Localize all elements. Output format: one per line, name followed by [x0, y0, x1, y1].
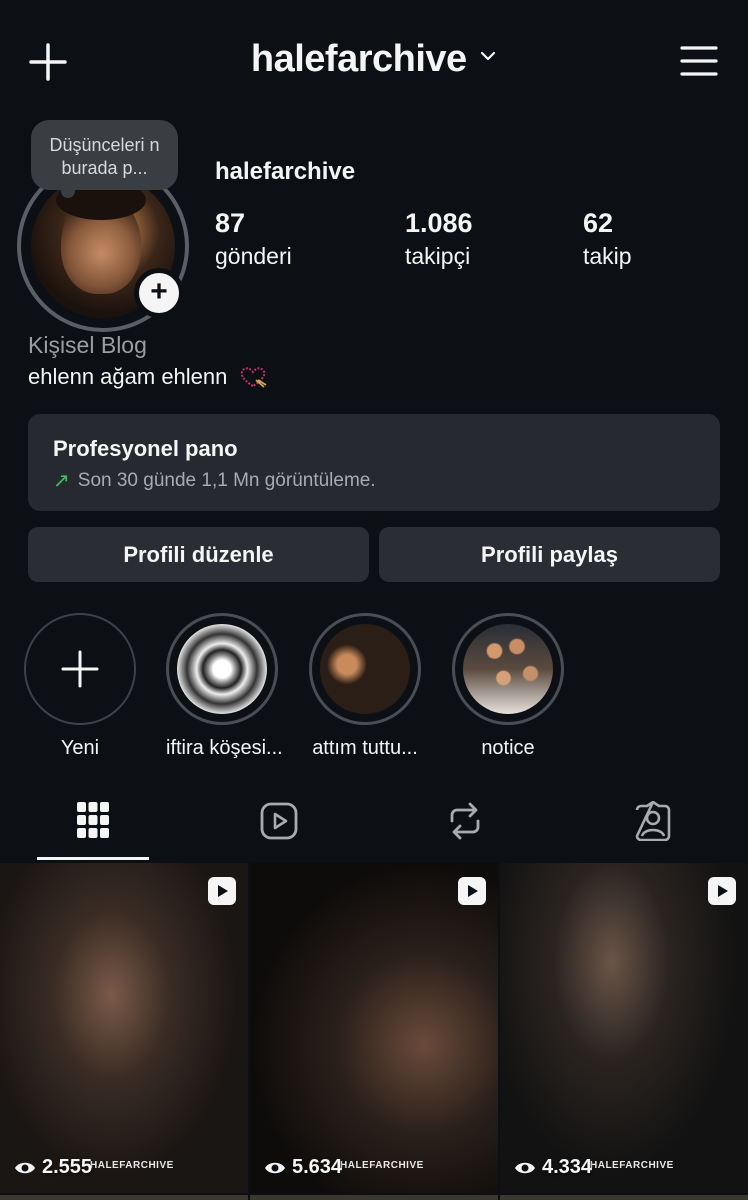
post-tile-next-row[interactable]	[250, 1195, 498, 1200]
highlight-label: Yeni	[60, 737, 100, 759]
tab-reels[interactable]	[223, 795, 335, 860]
profile-name: halefarchive	[215, 158, 356, 185]
stat-followers-value: 1.086	[405, 208, 473, 238]
dashboard-subtitle: ↗ Son 30 günde 1,1 Mn görüntüleme.	[53, 468, 695, 493]
post-views-count: 4.334	[542, 1156, 593, 1178]
dashboard-subtitle-text: Son 30 günde 1,1 Mn görüntüleme.	[77, 469, 376, 491]
post-watermark: HALEFARCHIVE	[340, 1160, 424, 1171]
stat-posts-value: 87	[215, 208, 246, 238]
profile-tabs	[0, 795, 748, 860]
stat-following-label: takip	[583, 243, 632, 269]
note-bubble[interactable]: Düşünceleri n burada p...	[31, 120, 178, 198]
stat-following[interactable]: 62 takip	[583, 208, 632, 270]
tagged-icon	[635, 801, 671, 841]
post-tile[interactable]: HALEFARCHIVE 2.555	[0, 863, 248, 1193]
top-bar: halefarchive	[0, 0, 748, 125]
reel-badge-icon	[458, 877, 486, 905]
professional-dashboard[interactable]: Profesyonel pano ↗ Son 30 günde 1,1 Mn g…	[28, 414, 720, 511]
highlight-attim[interactable]: attım tuttu...	[309, 613, 421, 760]
reel-badge-icon	[208, 877, 236, 905]
stat-following-value: 62	[583, 208, 614, 238]
eye-icon	[15, 1162, 35, 1173]
post-tile[interactable]: HALEFARCHIVE 4.334	[500, 863, 748, 1193]
stat-followers-label: takipçi	[405, 243, 471, 269]
highlight-label: iftira köşesi...	[166, 737, 283, 759]
reposts-icon	[450, 802, 480, 840]
post-views-count: 2.555	[42, 1156, 93, 1178]
eye-icon	[265, 1162, 285, 1173]
eye-icon	[515, 1162, 535, 1173]
chevron-down-icon[interactable]	[479, 47, 497, 65]
highlight-new-circle[interactable]	[24, 613, 136, 725]
post-views: 2.555	[14, 1156, 92, 1179]
account-switcher[interactable]: halefarchive	[0, 38, 748, 81]
post-tile[interactable]: HALEFARCHIVE 5.634	[250, 863, 498, 1193]
reels-icon	[260, 802, 298, 840]
menu-icon[interactable]	[680, 44, 718, 78]
posts-grid: HALEFARCHIVE 2.555 HALEFARCHIVE 5.634 HA…	[0, 863, 748, 1200]
note-text: Düşünceleri n burada p...	[49, 135, 160, 178]
highlight-cover[interactable]	[309, 613, 421, 725]
ribbon-heart-icon	[240, 367, 266, 388]
highlight-iftira[interactable]: iftira köşesi...	[166, 613, 283, 760]
share-profile-button[interactable]: Profili paylaş	[379, 527, 720, 582]
post-tile-next-row[interactable]	[500, 1195, 748, 1200]
profile-category: Kişisel Blog	[28, 332, 147, 358]
highlight-label: notice	[481, 737, 535, 759]
stat-posts[interactable]: 87 gönderi	[215, 208, 292, 270]
post-views: 4.334	[514, 1156, 592, 1179]
stat-followers[interactable]: 1.086 takipçi	[405, 208, 473, 270]
header-username[interactable]: halefarchive	[251, 38, 467, 80]
stat-posts-label: gönderi	[215, 243, 292, 269]
highlight-cover[interactable]	[452, 613, 564, 725]
tab-grid[interactable]	[37, 795, 149, 860]
post-watermark: HALEFARCHIVE	[590, 1160, 674, 1171]
reel-badge-icon	[708, 877, 736, 905]
add-story-icon[interactable]: +	[134, 268, 184, 318]
bio-text: ehlenn ağam ehlenn	[28, 364, 228, 389]
post-views: 5.634	[264, 1156, 342, 1179]
plus-icon	[61, 650, 99, 688]
tab-reposts[interactable]	[409, 795, 521, 860]
active-tab-indicator	[37, 857, 149, 860]
grid-icon	[77, 802, 109, 838]
post-views-count: 5.634	[292, 1156, 343, 1178]
post-watermark: HALEFARCHIVE	[90, 1160, 174, 1171]
highlight-notice[interactable]: notice	[452, 613, 564, 760]
dashboard-title: Profesyonel pano	[53, 436, 238, 461]
highlight-cover[interactable]	[166, 613, 278, 725]
tab-tagged[interactable]	[597, 795, 709, 860]
highlight-new[interactable]: Yeni	[24, 613, 136, 760]
post-tile-next-row[interactable]	[0, 1195, 248, 1200]
trend-up-icon: ↗	[53, 470, 70, 492]
highlight-label: attım tuttu...	[312, 737, 418, 759]
edit-profile-button[interactable]: Profili düzenle	[28, 527, 369, 582]
profile-bio: ehlenn ağam ehlenn	[28, 364, 268, 390]
